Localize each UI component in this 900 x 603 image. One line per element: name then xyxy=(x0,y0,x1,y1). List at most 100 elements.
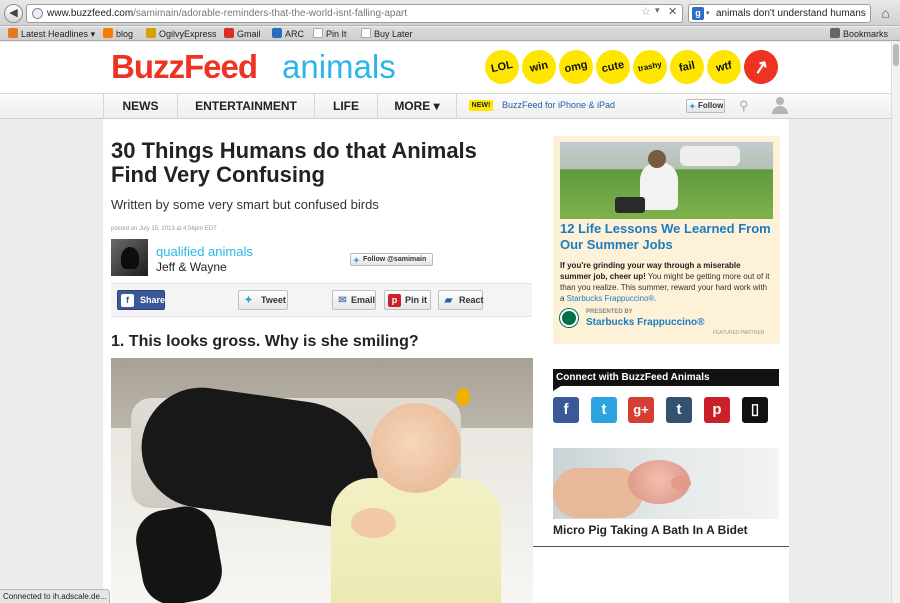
site-identity-icon[interactable] xyxy=(32,8,43,19)
ad-title-link[interactable]: 12 Life Lessons We Learned From Our Summ… xyxy=(560,221,773,253)
badge-lol[interactable]: LOL xyxy=(481,46,523,88)
article-subtitle: Written by some very smart but confused … xyxy=(111,197,379,212)
bookmark-buy-later[interactable]: Buy Later xyxy=(361,28,413,40)
twitter-follow-button[interactable]: ✦ Follow xyxy=(686,99,725,113)
twitter-icon: ✦ xyxy=(244,295,253,306)
badge-omg[interactable]: omg xyxy=(555,46,597,88)
avatar[interactable] xyxy=(111,239,148,276)
search-input[interactable]: g ▾ animals don't understand humans xyxy=(688,4,871,23)
article-title: 30 Things Humans do that Animals Find Ve… xyxy=(111,138,477,187)
nav-news[interactable]: NEWS xyxy=(103,94,178,118)
nav-more[interactable]: MORE ▾ xyxy=(378,94,457,118)
search-engine-dropdown-icon[interactable]: ▾ xyxy=(706,5,710,22)
content-area: 30 Things Humans do that Animals Find Ve… xyxy=(103,119,789,603)
badge-fail[interactable]: fail xyxy=(666,46,708,88)
stop-icon[interactable]: ✕ xyxy=(668,5,677,18)
nav-entertainment[interactable]: ENTERTAINMENT xyxy=(178,94,315,118)
bookmarks-icon xyxy=(830,28,840,38)
email-share-button[interactable]: ✉ Email xyxy=(332,290,376,310)
author-name-link[interactable]: qualified animals xyxy=(156,244,253,259)
bookmark-gmail[interactable]: Gmail xyxy=(224,28,261,40)
badge-trashy[interactable]: trashy xyxy=(629,46,671,88)
page-icon xyxy=(313,28,323,38)
gmail-icon xyxy=(224,28,234,38)
page-icon xyxy=(361,28,371,38)
mobile-icon[interactable]: ▯ xyxy=(742,397,768,423)
follow-author-button[interactable]: ✦ Follow @samimain xyxy=(350,253,433,266)
ad-body-link[interactable]: Starbucks Frappuccino®. xyxy=(567,294,657,303)
bookmark-pin-it[interactable]: Pin It xyxy=(313,28,347,40)
ad-body: If you're grinding your way through a mi… xyxy=(560,261,770,303)
status-bar: Connected to ih.adscale.de... xyxy=(0,589,110,603)
facebook-icon: f xyxy=(121,294,134,307)
browser-toolbar: ◀ www.buzzfeed.com/samimain/adorable-rem… xyxy=(0,0,900,26)
trending-icon[interactable]: ↗ xyxy=(740,46,782,88)
sponsor-brand-link[interactable]: Starbucks Frappuccino® xyxy=(586,317,705,328)
speech-bubble-icon: ▰ xyxy=(444,295,453,306)
address-bar[interactable]: www.buzzfeed.com/samimain/adorable-remin… xyxy=(26,4,683,23)
ad-image[interactable] xyxy=(560,142,773,219)
envelope-icon: ✉ xyxy=(338,295,347,306)
rss-icon xyxy=(8,28,18,38)
bookmark-star-icon[interactable]: ☆ xyxy=(641,5,651,18)
buzzfeed-logo[interactable]: BuzzFeed xyxy=(111,48,258,86)
connect-heading: Connect with BuzzFeed Animals xyxy=(553,369,779,391)
sponsored-ad[interactable]: 12 Life Lessons We Learned From Our Summ… xyxy=(553,136,780,344)
badge-cute[interactable]: cute xyxy=(592,46,634,88)
featured-partner-label: FEATURED PARTNER xyxy=(713,330,765,336)
site-header: BuzzFeed animals LOL win omg cute trashy… xyxy=(0,42,891,93)
share-bar: f Share ✦ Tweet ✉ Email p Pin it ▰ React xyxy=(111,283,532,317)
nav-life[interactable]: LIFE xyxy=(315,94,378,118)
search-query: animals don't understand humans xyxy=(716,8,866,19)
bookmark-arc[interactable]: ARC xyxy=(272,28,304,40)
chevron-down-icon: ▾ xyxy=(90,29,96,39)
facebook-icon[interactable]: f xyxy=(553,397,579,423)
animals-section-logo[interactable]: animals xyxy=(282,48,396,86)
pinterest-icon[interactable]: p xyxy=(704,397,730,423)
bookmark-latest-headlines[interactable]: Latest Headlines ▾ xyxy=(8,28,95,40)
post-timestamp: posted on July 15, 2013 at 4:56pm EDT xyxy=(111,226,217,232)
react-button[interactable]: ▰ React xyxy=(438,290,484,310)
pinterest-button[interactable]: p Pin it xyxy=(384,290,431,310)
main-nav: NEWS ENTERTAINMENT LIFE MORE ▾ NEW! Buzz… xyxy=(0,93,891,119)
author-subtitle: Jeff & Wayne xyxy=(156,260,227,274)
badge-wtf[interactable]: wtf xyxy=(703,46,745,88)
url-history-dropdown-icon[interactable]: ▾ xyxy=(655,5,660,16)
blogger-icon xyxy=(103,28,113,38)
list-item-title: 1. This looks gross. Why is she smiling? xyxy=(111,333,419,350)
facebook-share-button[interactable]: f Share xyxy=(117,290,165,310)
story-image[interactable] xyxy=(553,448,779,519)
divider xyxy=(533,546,789,547)
bookmark-ogilvyexpress[interactable]: OgilvyExpress xyxy=(146,28,217,40)
chevron-down-icon: ▾ xyxy=(433,99,440,113)
starbucks-logo-icon xyxy=(560,309,578,327)
page-viewport: BuzzFeed animals LOL win omg cute trashy… xyxy=(0,42,900,603)
google-plus-icon[interactable]: g+ xyxy=(628,397,654,423)
url-path: /samimain/adorable-reminders-that-the-wo… xyxy=(133,8,408,19)
wifi-icon xyxy=(272,28,282,38)
presented-by-label: PRESENTED BY xyxy=(586,309,633,315)
tweet-button[interactable]: ✦ Tweet xyxy=(238,290,288,310)
back-button[interactable]: ◀ xyxy=(4,4,23,23)
bookmark-blog[interactable]: blog xyxy=(103,28,133,40)
article-image xyxy=(111,358,533,603)
star-icon xyxy=(146,28,156,38)
twitter-icon[interactable]: t xyxy=(591,397,617,423)
badge-win[interactable]: win xyxy=(518,46,560,88)
home-icon[interactable]: ⌂ xyxy=(877,5,894,22)
url-host: www.buzzfeed.com xyxy=(47,8,134,19)
story-title-link[interactable]: Micro Pig Taking A Bath In A Bidet xyxy=(553,523,748,537)
back-arrow-icon: ◀ xyxy=(9,7,18,19)
tumblr-icon[interactable]: t xyxy=(666,397,692,423)
user-icon[interactable] xyxy=(771,97,789,115)
bookmarks-menu[interactable]: Bookmarks xyxy=(830,28,888,40)
vertical-scrollbar[interactable] xyxy=(891,42,900,603)
google-icon[interactable]: g xyxy=(692,7,704,20)
iphone-app-promo-link[interactable]: BuzzFeed for iPhone & iPad xyxy=(502,100,615,110)
bookmarks-toolbar: Latest Headlines ▾ blog OgilvyExpress Gm… xyxy=(0,27,900,41)
pinterest-icon: p xyxy=(388,294,401,307)
twitter-icon: ✦ xyxy=(689,102,696,111)
search-icon[interactable]: ⚲ xyxy=(739,98,749,114)
scrollbar-thumb[interactable] xyxy=(893,44,899,66)
twitter-icon: ✦ xyxy=(353,256,360,265)
